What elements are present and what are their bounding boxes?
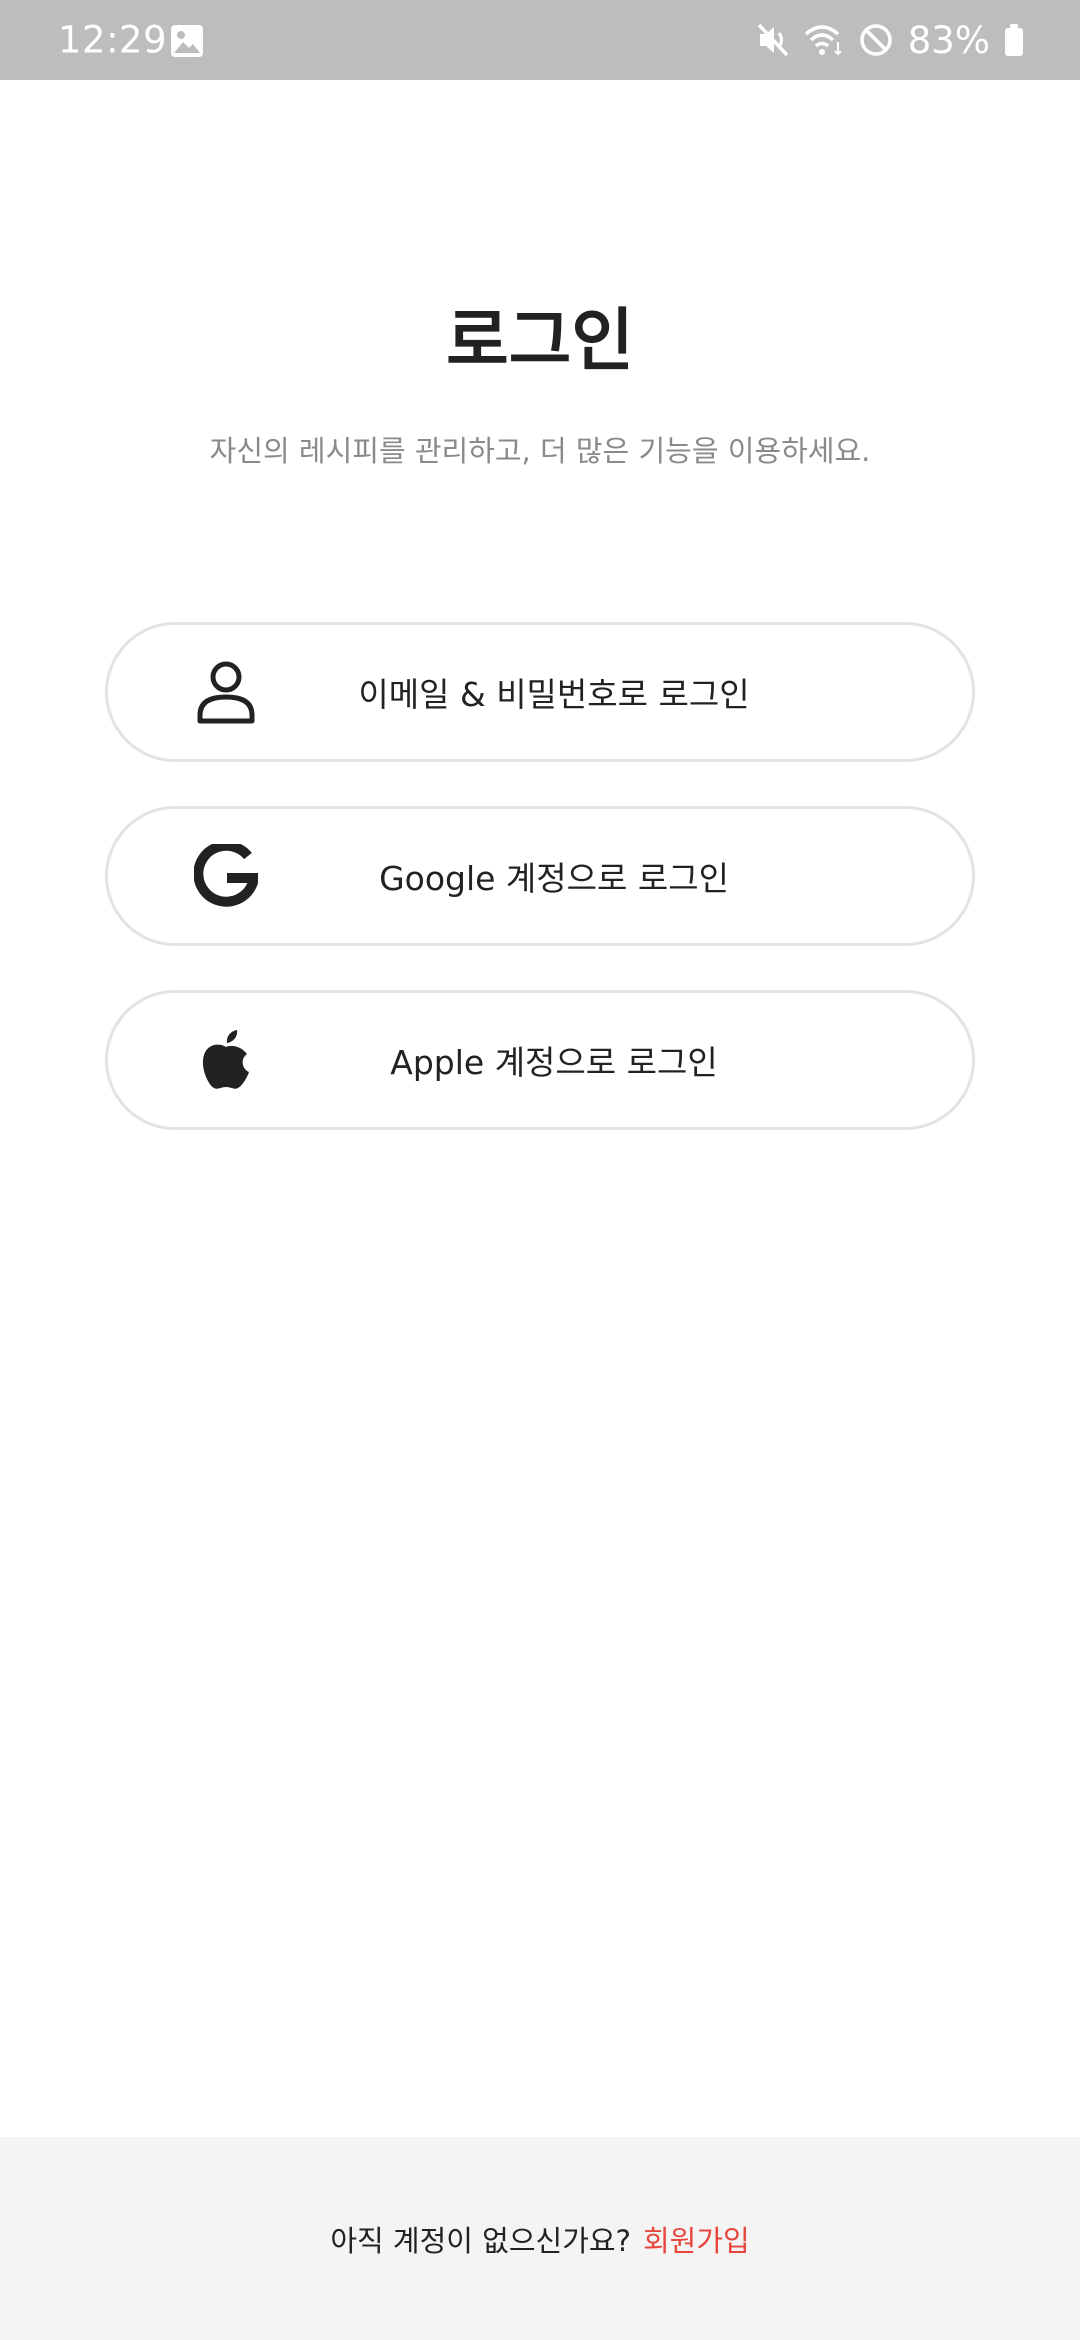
page-subtitle: 자신의 레시피를 관리하고, 더 많은 기능을 이용하세요. xyxy=(209,434,871,468)
apple-login-button[interactable]: Apple 계정으로 로그인 xyxy=(105,990,975,1130)
email-login-button[interactable]: 이메일 & 비밀번호로 로그인 xyxy=(105,622,975,762)
signup-link[interactable]: 회원가입 xyxy=(643,2224,750,2258)
do-not-disturb-icon xyxy=(858,22,894,58)
status-bar: 12:29 83% xyxy=(0,0,1080,80)
status-icons: 83% xyxy=(756,0,1024,80)
battery-icon xyxy=(1004,23,1024,57)
footer: 아직 계정이 없으신가요? 회원가입 xyxy=(0,2137,1080,2340)
battery-percentage: 83% xyxy=(907,18,990,62)
mute-icon xyxy=(756,22,790,58)
signup-question: 아직 계정이 없으신가요? xyxy=(330,2223,631,2258)
google-login-label: Google 계정으로 로그인 xyxy=(379,859,729,898)
apple-login-label: Apple 계정으로 로그인 xyxy=(390,1043,718,1082)
wifi-icon xyxy=(804,22,844,58)
google-login-button[interactable]: Google 계정으로 로그인 xyxy=(105,806,975,946)
status-time: 12:29 xyxy=(58,18,168,62)
gallery-icon xyxy=(170,24,204,58)
signup-prompt: 아직 계정이 없으신가요? 회원가입 xyxy=(0,2218,1080,2260)
page-title: 로그인 xyxy=(446,302,634,381)
email-login-label: 이메일 & 비밀번호로 로그인 xyxy=(358,675,750,714)
